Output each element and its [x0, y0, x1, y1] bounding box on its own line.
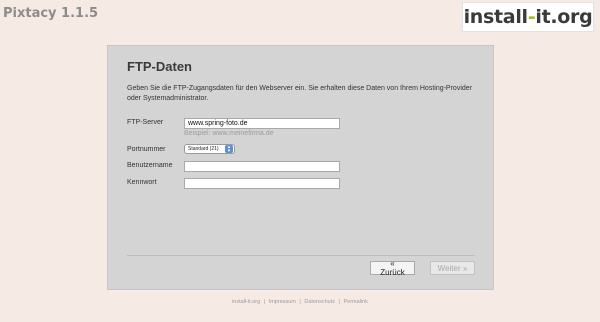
port-label: Portnummer	[127, 146, 166, 153]
footer-separator: |	[263, 299, 266, 305]
footer-separator: |	[299, 299, 301, 305]
logo-dash: -	[527, 6, 536, 28]
next-button[interactable]: Weiter »	[430, 261, 475, 275]
username-input[interactable]	[184, 161, 340, 172]
footer-link-permalink[interactable]: Permalink	[343, 299, 367, 305]
ftp-server-input[interactable]: www.spring-foto.de	[184, 118, 340, 129]
intro-text: Geben Sie die FTP-Zugangsdaten für den W…	[127, 85, 472, 102]
divider	[127, 255, 475, 256]
ftp-server-hint: Beispiel: www.meinefirma.de	[184, 130, 274, 137]
back-button[interactable]: « Zurück	[370, 259, 415, 277]
username-label: Benutzername	[127, 162, 173, 169]
password-label: Kennwort	[127, 179, 157, 186]
footer-link-datenschutz[interactable]: Datenschutz	[304, 299, 335, 305]
footer-separator: |	[338, 299, 340, 305]
password-input[interactable]	[184, 178, 340, 189]
logo-text-part2: it.org	[535, 6, 593, 28]
ftp-server-label: FTP-Server	[127, 119, 164, 126]
port-select[interactable]: Standard (21) ▴ ▾	[184, 144, 235, 154]
logo-text-part1: install	[463, 6, 528, 28]
select-arrows-icon: ▴ ▾	[225, 145, 233, 154]
footer-link-install-it[interactable]: install-it.org	[232, 299, 260, 305]
app-title: Pixtacy 1.1.5	[3, 6, 99, 21]
footer: install-it.org | Impressum | Datenschutz…	[0, 299, 600, 305]
page-title: FTP-Daten	[127, 59, 192, 74]
port-select-value: Standard (21)	[188, 146, 219, 152]
footer-link-impressum[interactable]: Impressum	[269, 299, 296, 305]
ftp-settings-panel: FTP-Daten Geben Sie die FTP-Zugangsdaten…	[107, 45, 494, 290]
install-it-logo[interactable]: install - it.org	[462, 2, 594, 32]
